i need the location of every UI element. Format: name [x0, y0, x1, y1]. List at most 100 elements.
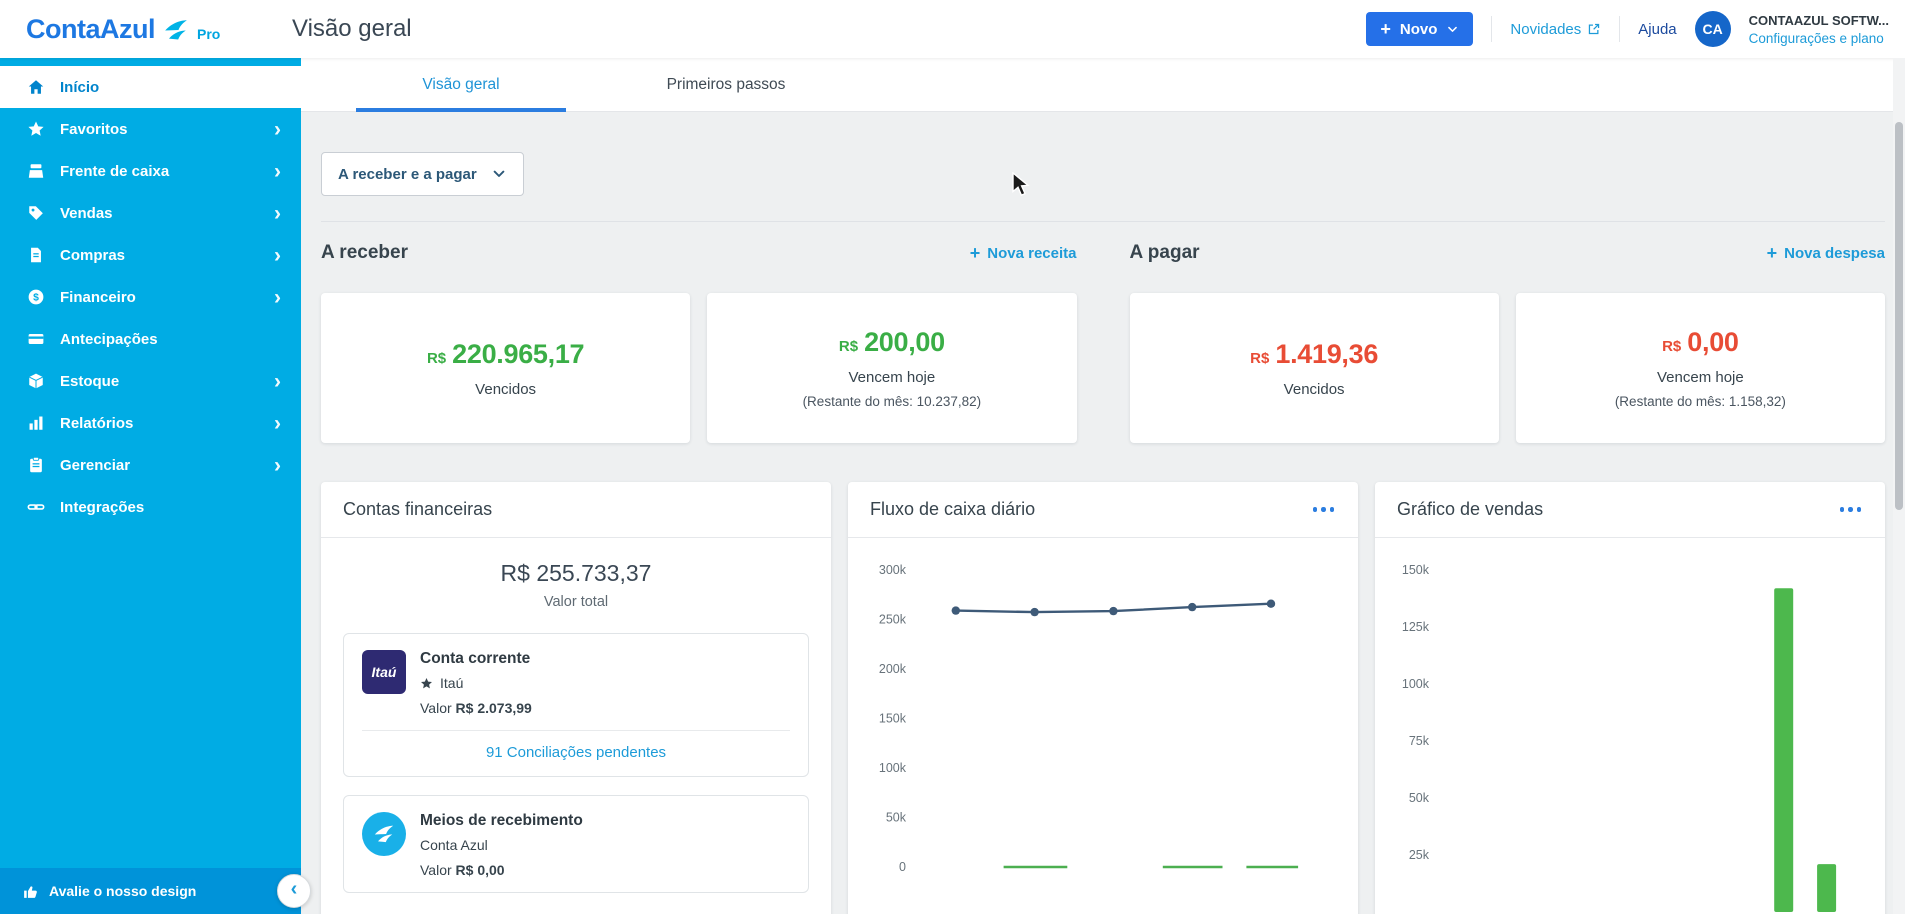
accounts-total-label: Valor total [543, 594, 609, 610]
sidebar-collapse-button[interactable]: ‹ [277, 874, 311, 908]
tag-icon [26, 203, 46, 223]
valor-label: Valor [420, 862, 452, 878]
sidebar-item-integracoes[interactable]: Integrações [0, 486, 301, 528]
payables-overdue-card: R$ 1.419,36 Vencidos [1129, 293, 1499, 443]
ajuda-link[interactable]: Ajuda [1638, 21, 1676, 38]
sidebar-item-label: Relatórios [60, 414, 134, 432]
account-block: CONTAAZUL SOFTW... Configurações e plano [1749, 13, 1889, 46]
novidades-link[interactable]: Novidades [1510, 21, 1601, 38]
cashflow-chart-svg: 300k 250k 200k 150k 100k 50k 0 [879, 563, 1299, 874]
scrollbar-thumb[interactable] [1895, 122, 1903, 510]
financial-accounts-panel: Contas financeiras R$ 255.733,37 Valor t… [321, 482, 831, 914]
sidebar-item-inicio[interactable]: Início [0, 66, 301, 108]
valor-label: Valor [420, 700, 452, 716]
tab-visao-geral[interactable]: Visão geral [356, 58, 566, 112]
sidebar-item-vendas[interactable]: Vendas › [0, 192, 301, 234]
box-icon [26, 371, 46, 391]
currency-symbol: R$ [838, 338, 859, 355]
overdue-amount: 1.419,36 [1275, 338, 1379, 369]
svg-text:300k: 300k [879, 563, 907, 577]
novo-button[interactable]: + Novo [1366, 12, 1474, 46]
header-divider [1619, 16, 1621, 42]
chevron-right-icon: › [274, 201, 281, 225]
summary-sections: A receber + Nova receita R$ 220.965,17 Ve… [321, 238, 1885, 443]
panel-title: Contas financeiras [343, 499, 493, 519]
novo-button-label: Novo [1399, 20, 1438, 38]
sidebar-item-label: Integrações [60, 498, 145, 516]
sidebar-item-gerenciar[interactable]: Gerenciar › [0, 444, 301, 486]
brand-tier-label: Pro [196, 25, 221, 42]
due-today-amount: 200,00 [864, 327, 945, 357]
avatar[interactable]: CA [1694, 11, 1731, 47]
thumbs-up-icon [22, 883, 39, 900]
svg-text:125k: 125k [1402, 620, 1430, 634]
filter-dropdown[interactable]: A receber e a pagar [321, 152, 524, 196]
due-today-amount: 0,00 [1687, 327, 1739, 357]
rate-design-button[interactable]: Avalie o nosso design [0, 868, 301, 914]
sales-chart-svg: 150k 125k 100k 75k 50k 25k [1402, 563, 1837, 912]
svg-text:25k: 25k [1409, 848, 1430, 862]
currency-symbol: R$ [426, 349, 447, 367]
sidebar-item-label: Favoritos [60, 120, 128, 138]
document-icon [26, 245, 46, 265]
star-icon [26, 119, 46, 139]
sidebar-item-frente-de-caixa[interactable]: Frente de caixa › [0, 150, 301, 192]
sidebar-item-label: Compras [60, 246, 126, 264]
brand-swoosh-icon [161, 17, 191, 43]
main-content: Visão geral Primeiros passos A receber e… [301, 58, 1905, 914]
payables-due-today-card: R$ 0,00 Vencem hoje (Restante do mês: 1.1… [1515, 293, 1885, 443]
account-value: R$ 2.073,99 [455, 700, 532, 716]
account-value: R$ 0,00 [455, 862, 505, 878]
svg-text:50k: 50k [1409, 791, 1430, 805]
bank-name: Itaú [440, 675, 464, 691]
panel-menu-button[interactable] [1838, 501, 1864, 518]
tab-bar: Visão geral Primeiros passos [301, 58, 1905, 112]
sidebar-item-financeiro[interactable]: Financeiro › [0, 276, 301, 318]
external-link-icon [1587, 22, 1601, 36]
section-divider [321, 221, 1885, 222]
page-title: Visão geral [292, 15, 412, 42]
svg-text:0: 0 [899, 860, 906, 874]
receivables-section: A receber + Nova receita R$ 220.965,17 Ve… [321, 238, 1077, 443]
chevron-right-icon: › [274, 243, 281, 267]
currency-symbol: R$ [1662, 338, 1682, 355]
svg-text:200k: 200k [879, 662, 907, 676]
nova-receita-button[interactable]: + Nova receita [970, 244, 1077, 262]
filter-dropdown-label: A receber e a pagar [338, 165, 477, 183]
account-settings-link[interactable]: Configurações e plano [1749, 31, 1889, 46]
chevron-right-icon: › [274, 159, 281, 183]
tab-primeiros-passos[interactable]: Primeiros passos [621, 58, 831, 111]
due-today-label: Vencem hoje [848, 369, 936, 386]
card-icon [26, 329, 46, 349]
due-today-label: Vencem hoje [1657, 369, 1744, 386]
sidebar: Início Favoritos › Frente de caixa › Ven… [0, 58, 301, 914]
svg-text:75k: 75k [1409, 734, 1430, 748]
account-card-contaazul: Meios de recebimento Conta Azul Valor R$… [343, 795, 809, 893]
header-actions: + Novo Novidades Ajuda CA CONTAAZUL SOFT… [1366, 11, 1905, 47]
chevron-right-icon: › [274, 285, 281, 309]
overdue-label: Vencidos [475, 380, 537, 398]
nova-despesa-label: Nova despesa [1784, 244, 1885, 262]
sidebar-item-estoque[interactable]: Estoque › [0, 360, 301, 402]
nova-despesa-button[interactable]: + Nova despesa [1767, 244, 1885, 262]
clipboard-icon [26, 455, 46, 475]
plus-icon: + [969, 243, 981, 263]
panel-menu-button[interactable] [1311, 501, 1337, 518]
brand-logo[interactable]: ContaAzul Pro [0, 15, 292, 43]
sidebar-item-relatorios[interactable]: Relatórios › [0, 402, 301, 444]
chevron-down-icon [491, 166, 507, 182]
novidades-label: Novidades [1510, 20, 1582, 38]
sidebar-item-antecipacoes[interactable]: Antecipações [0, 318, 301, 360]
conciliations-pending-link[interactable]: 91 Conciliações pendentes [486, 744, 666, 761]
accounts-total-value: R$ 255.733,37 [500, 560, 652, 586]
payables-section: A pagar + Nova despesa R$ 1.419,36 Vencid… [1129, 238, 1885, 443]
sidebar-nav: Início Favoritos › Frente de caixa › Ven… [0, 58, 301, 528]
currency-symbol: R$ [1250, 349, 1270, 367]
sidebar-item-favoritos[interactable]: Favoritos › [0, 108, 301, 150]
dollar-icon [26, 287, 46, 307]
svg-text:100k: 100k [1402, 677, 1430, 691]
sidebar-item-compras[interactable]: Compras › [0, 234, 301, 276]
panel-title: Fluxo de caixa diário [870, 499, 1036, 519]
link-icon [26, 497, 46, 517]
vertical-scrollbar[interactable] [1893, 58, 1905, 914]
